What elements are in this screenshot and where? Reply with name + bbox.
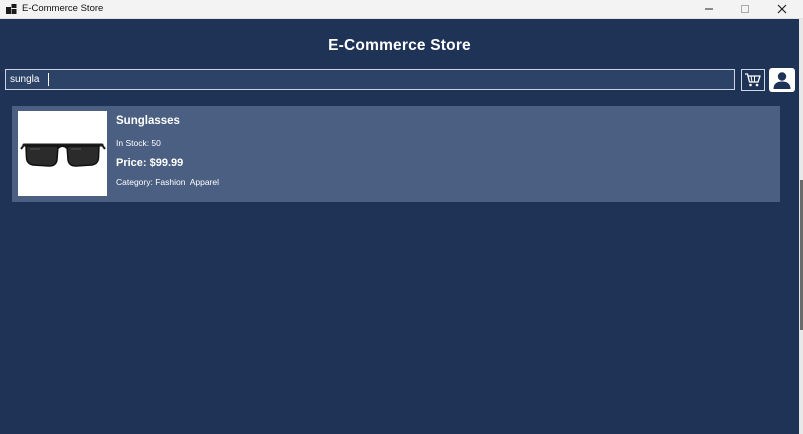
sunglasses-image (18, 111, 107, 196)
product-name: Sunglasses (116, 115, 180, 127)
page-title: E-Commerce Store (328, 37, 471, 54)
user-icon (773, 72, 791, 89)
product-stock: In Stock: 50 (116, 138, 161, 148)
product-category: Category: Fashion Apparel (116, 177, 220, 187)
cart-button[interactable] (741, 69, 765, 91)
minimize-icon (705, 8, 713, 10)
title-bar: E-Commerce Store (0, 0, 803, 19)
maximize-icon (741, 5, 749, 13)
window-title: E-Commerce Store (22, 3, 104, 14)
close-icon (777, 4, 787, 14)
search-field[interactable] (5, 69, 735, 90)
search-input[interactable] (10, 70, 730, 89)
cart-icon (745, 73, 761, 87)
close-button[interactable] (763, 0, 801, 18)
app-window: E-Commerce Store E-Commerce Store sungla… (0, 0, 803, 434)
sunglasses-icon (20, 143, 106, 167)
product-price: Price: $99.99 (116, 157, 184, 169)
app-windows-icon (6, 4, 17, 14)
user-profile-button[interactable] (769, 68, 795, 92)
text-caret (48, 73, 49, 86)
maximize-button[interactable] (726, 0, 764, 18)
minimize-button[interactable] (690, 0, 728, 18)
product-card[interactable]: Sunglasses In Stock: 50 Price: $99.99 Ca… (12, 106, 780, 202)
